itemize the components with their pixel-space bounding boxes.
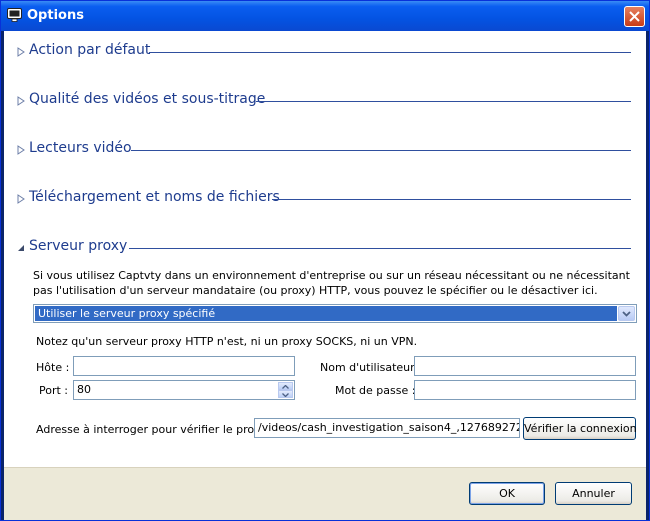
- port-input[interactable]: 80: [73, 380, 295, 400]
- arrow-down-icon: [282, 393, 289, 397]
- window-title: Options: [27, 8, 84, 23]
- section-label: Lecteurs vidéo: [29, 140, 132, 156]
- expand-arrow-icon: [17, 194, 25, 204]
- options-window: Options Action par défaut Qualité des vi…: [0, 0, 650, 521]
- dropdown-button[interactable]: [618, 306, 635, 321]
- proxy-mode-select[interactable]: Utiliser le serveur proxy spécifié: [33, 304, 637, 323]
- section-divider: [131, 150, 631, 151]
- chevron-down-icon: [622, 311, 631, 317]
- port-spinner[interactable]: [278, 382, 293, 398]
- cancel-button[interactable]: Annuler: [555, 482, 632, 505]
- expand-arrow-icon: [17, 47, 25, 57]
- dialog-content: Action par défaut Qualité des vidéos et …: [4, 31, 646, 520]
- port-value: 80: [77, 383, 91, 396]
- section-divider: [272, 199, 631, 200]
- section-label: Qualité des vidéos et sous-titrage: [29, 91, 266, 107]
- proxy-note: Notez qu'un serveur proxy HTTP n'est, ni…: [36, 335, 418, 348]
- section-telechargement[interactable]: Téléchargement et noms de fichiers: [4, 188, 646, 212]
- port-label: Port :: [39, 384, 69, 397]
- check-url-input[interactable]: /videos/cash_investigation_saison4_,1276…: [254, 418, 520, 438]
- host-input[interactable]: [73, 356, 295, 376]
- host-label: Hôte :: [36, 361, 70, 374]
- spin-up-button[interactable]: [278, 382, 293, 390]
- section-action-par-defaut[interactable]: Action par défaut: [4, 41, 646, 65]
- expand-arrow-icon: [17, 145, 25, 155]
- collapse-arrow-icon: [18, 245, 24, 251]
- section-divider: [129, 248, 631, 249]
- section-label: Serveur proxy: [29, 238, 128, 254]
- section-divider: [256, 101, 631, 102]
- section-label: Action par défaut: [29, 42, 151, 58]
- proxy-mode-selected: Utiliser le serveur proxy spécifié: [35, 306, 617, 321]
- check-url-label: Adresse à interroger pour vérifier le pr…: [36, 423, 275, 436]
- spin-down-button[interactable]: [278, 390, 293, 398]
- username-input[interactable]: [414, 356, 636, 376]
- arrow-up-icon: [282, 385, 289, 389]
- password-input[interactable]: [414, 380, 636, 400]
- section-divider: [149, 52, 631, 53]
- password-label: Mot de passe :: [335, 384, 416, 397]
- close-icon: [629, 11, 640, 22]
- close-button[interactable]: [624, 6, 645, 27]
- username-label: Nom d'utilisateur :: [320, 361, 422, 374]
- section-label: Téléchargement et noms de fichiers: [29, 189, 280, 205]
- section-serveur-proxy[interactable]: Serveur proxy: [4, 237, 646, 261]
- expand-arrow-icon: [17, 96, 25, 106]
- section-lecteurs-video[interactable]: Lecteurs vidéo: [4, 139, 646, 163]
- dialog-footer: OK Annuler: [4, 467, 646, 520]
- title-bar[interactable]: Options: [1, 1, 649, 31]
- ok-button[interactable]: OK: [469, 482, 545, 505]
- section-qualite-videos[interactable]: Qualité des vidéos et sous-titrage: [4, 90, 646, 114]
- app-icon: [7, 8, 22, 22]
- proxy-description: Si vous utilisez Captvty dans un environ…: [33, 269, 630, 297]
- verify-connection-button[interactable]: Vérifier la connexion: [523, 417, 637, 440]
